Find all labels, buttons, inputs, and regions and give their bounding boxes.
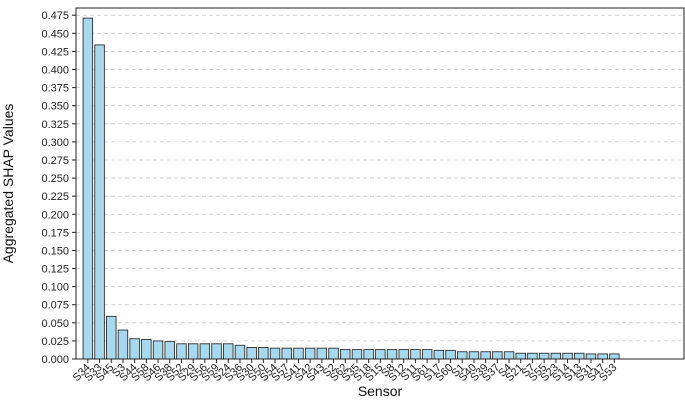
bar-s55 bbox=[538, 352, 550, 360]
shap-bar-chart: 0.000 0.025 0.050 0.075 0.100 0.125 0.150 0.175… bbox=[0, 7, 685, 399]
bar-s8 bbox=[386, 349, 398, 360]
bar-s38 bbox=[164, 341, 175, 360]
bar-s61 bbox=[421, 349, 433, 360]
y-tick-label: 0.100 bbox=[41, 282, 69, 294]
plot-frame bbox=[75, 7, 685, 360]
y-tick-label: 0.275 bbox=[41, 155, 69, 167]
bar-s15 bbox=[375, 349, 386, 360]
bar-s24 bbox=[223, 343, 234, 360]
bar-s57 bbox=[281, 347, 292, 360]
y-tick-label: 0.175 bbox=[41, 227, 69, 239]
y-tick-label: 0.150 bbox=[41, 245, 69, 257]
bar-s37 bbox=[492, 351, 503, 360]
bar-s13 bbox=[574, 352, 585, 360]
bar-s3 bbox=[117, 329, 129, 360]
y-tick-label: 0.425 bbox=[41, 46, 69, 58]
y-tick-label: 0.450 bbox=[41, 28, 69, 40]
bar-s45 bbox=[106, 315, 117, 360]
bar-s31 bbox=[585, 353, 597, 360]
bar-s42 bbox=[304, 347, 316, 360]
bar-s40 bbox=[468, 351, 480, 360]
x-axis: S34S33S45S3S44S58S46S38S52S29S56S59S24S3… bbox=[71, 359, 619, 384]
bar-s44 bbox=[129, 338, 140, 360]
bar-s11 bbox=[410, 349, 421, 360]
bar-s34 bbox=[82, 17, 94, 360]
bar-s12 bbox=[398, 349, 409, 360]
y-tick-label: 0.300 bbox=[41, 137, 69, 149]
bar-s18 bbox=[363, 349, 374, 360]
bar-s33 bbox=[94, 44, 105, 360]
y-tick-label: 0.050 bbox=[41, 318, 69, 330]
bar-s14 bbox=[562, 352, 573, 360]
bar-s56 bbox=[199, 343, 211, 360]
y-tick-label: 0.225 bbox=[41, 191, 69, 203]
bar-s59 bbox=[211, 343, 222, 360]
y-tick-label: 0.025 bbox=[41, 336, 69, 348]
y-tick-label: 0.075 bbox=[41, 300, 69, 312]
bar-s1 bbox=[457, 351, 468, 360]
bar-s29 bbox=[187, 343, 199, 360]
bar-s58 bbox=[141, 339, 152, 360]
bar-s23 bbox=[550, 352, 562, 360]
y-tick-label: 0.400 bbox=[41, 65, 69, 77]
bar-s43 bbox=[316, 347, 328, 360]
bar-s60 bbox=[445, 349, 456, 360]
y-tick-label: 0.475 bbox=[41, 10, 69, 22]
y-tick-label: 0.125 bbox=[41, 264, 69, 276]
bar-s2 bbox=[328, 347, 339, 360]
bar-s39 bbox=[480, 351, 491, 360]
bar-s53 bbox=[609, 353, 620, 360]
bar-s52 bbox=[176, 343, 187, 360]
y-axis: 0.000 0.025 0.050 0.075 0.100 0.125 0.150 0.175… bbox=[41, 10, 76, 366]
y-tick-label: 0.000 bbox=[41, 354, 69, 366]
bar-s30 bbox=[246, 347, 257, 360]
bar-s36 bbox=[234, 344, 246, 360]
y-tick-label: 0.350 bbox=[41, 101, 69, 113]
bar-s35 bbox=[351, 349, 363, 360]
x-axis-title: Sensor bbox=[358, 383, 403, 399]
y-tick-label: 0.375 bbox=[41, 83, 69, 95]
gridlines bbox=[76, 14, 684, 360]
y-tick-label: 0.200 bbox=[41, 209, 69, 221]
bar-s17 bbox=[433, 349, 445, 360]
bar-s21 bbox=[515, 352, 526, 360]
bar-s47 bbox=[597, 353, 608, 360]
y-tick-label: 0.325 bbox=[41, 119, 69, 131]
bar-s4 bbox=[503, 351, 515, 360]
bar-s54 bbox=[269, 347, 281, 360]
bar-s46 bbox=[152, 340, 164, 360]
bar-s50 bbox=[258, 347, 269, 360]
bar-s62 bbox=[340, 349, 351, 360]
bar-s41 bbox=[293, 347, 304, 360]
y-tick-label: 0.250 bbox=[41, 173, 69, 185]
bar-s7 bbox=[527, 352, 538, 360]
y-axis-title: Aggregated SHAP Values bbox=[0, 104, 16, 264]
